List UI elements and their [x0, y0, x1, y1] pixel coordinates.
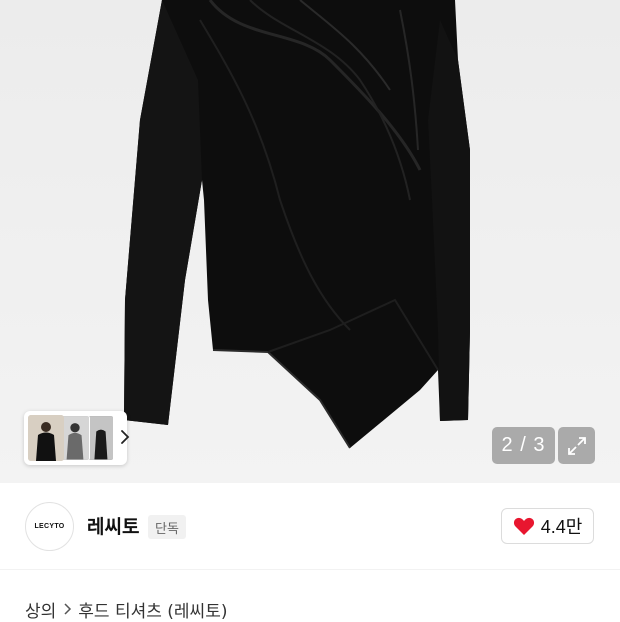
page-counter: 2 / 3 — [492, 427, 555, 464]
expand-button[interactable] — [558, 427, 595, 464]
thumbnail-1[interactable] — [28, 415, 64, 461]
heart-icon — [513, 517, 534, 535]
breadcrumb: 상의 후드 티셔츠 (레씨토) — [25, 596, 227, 622]
thumbnail-2[interactable] — [60, 415, 90, 461]
brand-logo[interactable]: LECYTO — [25, 502, 74, 551]
brand-row: LECYTO 레씨토 단독 4.4만 — [0, 483, 620, 569]
brand-logo-text: LECYTO — [34, 523, 65, 530]
thumbnail-3[interactable] — [86, 415, 114, 461]
chevron-right-icon[interactable] — [118, 425, 132, 449]
thumbnail-strip[interactable] — [24, 411, 130, 465]
exclusive-badge: 단독 — [148, 515, 186, 539]
breadcrumb-item-category[interactable]: 상의 — [25, 597, 56, 622]
brand-name[interactable]: 레씨토 — [87, 512, 139, 539]
expand-icon — [567, 436, 586, 455]
chevron-right-icon — [64, 603, 72, 615]
divider — [0, 569, 620, 570]
like-count: 4.4만 — [540, 517, 583, 537]
breadcrumb-item-subcategory[interactable]: 후드 티셔츠 (레씨토) — [78, 597, 227, 622]
like-button[interactable]: 4.4만 — [501, 508, 594, 544]
product-gallery[interactable]: 2 / 3 — [0, 0, 620, 483]
